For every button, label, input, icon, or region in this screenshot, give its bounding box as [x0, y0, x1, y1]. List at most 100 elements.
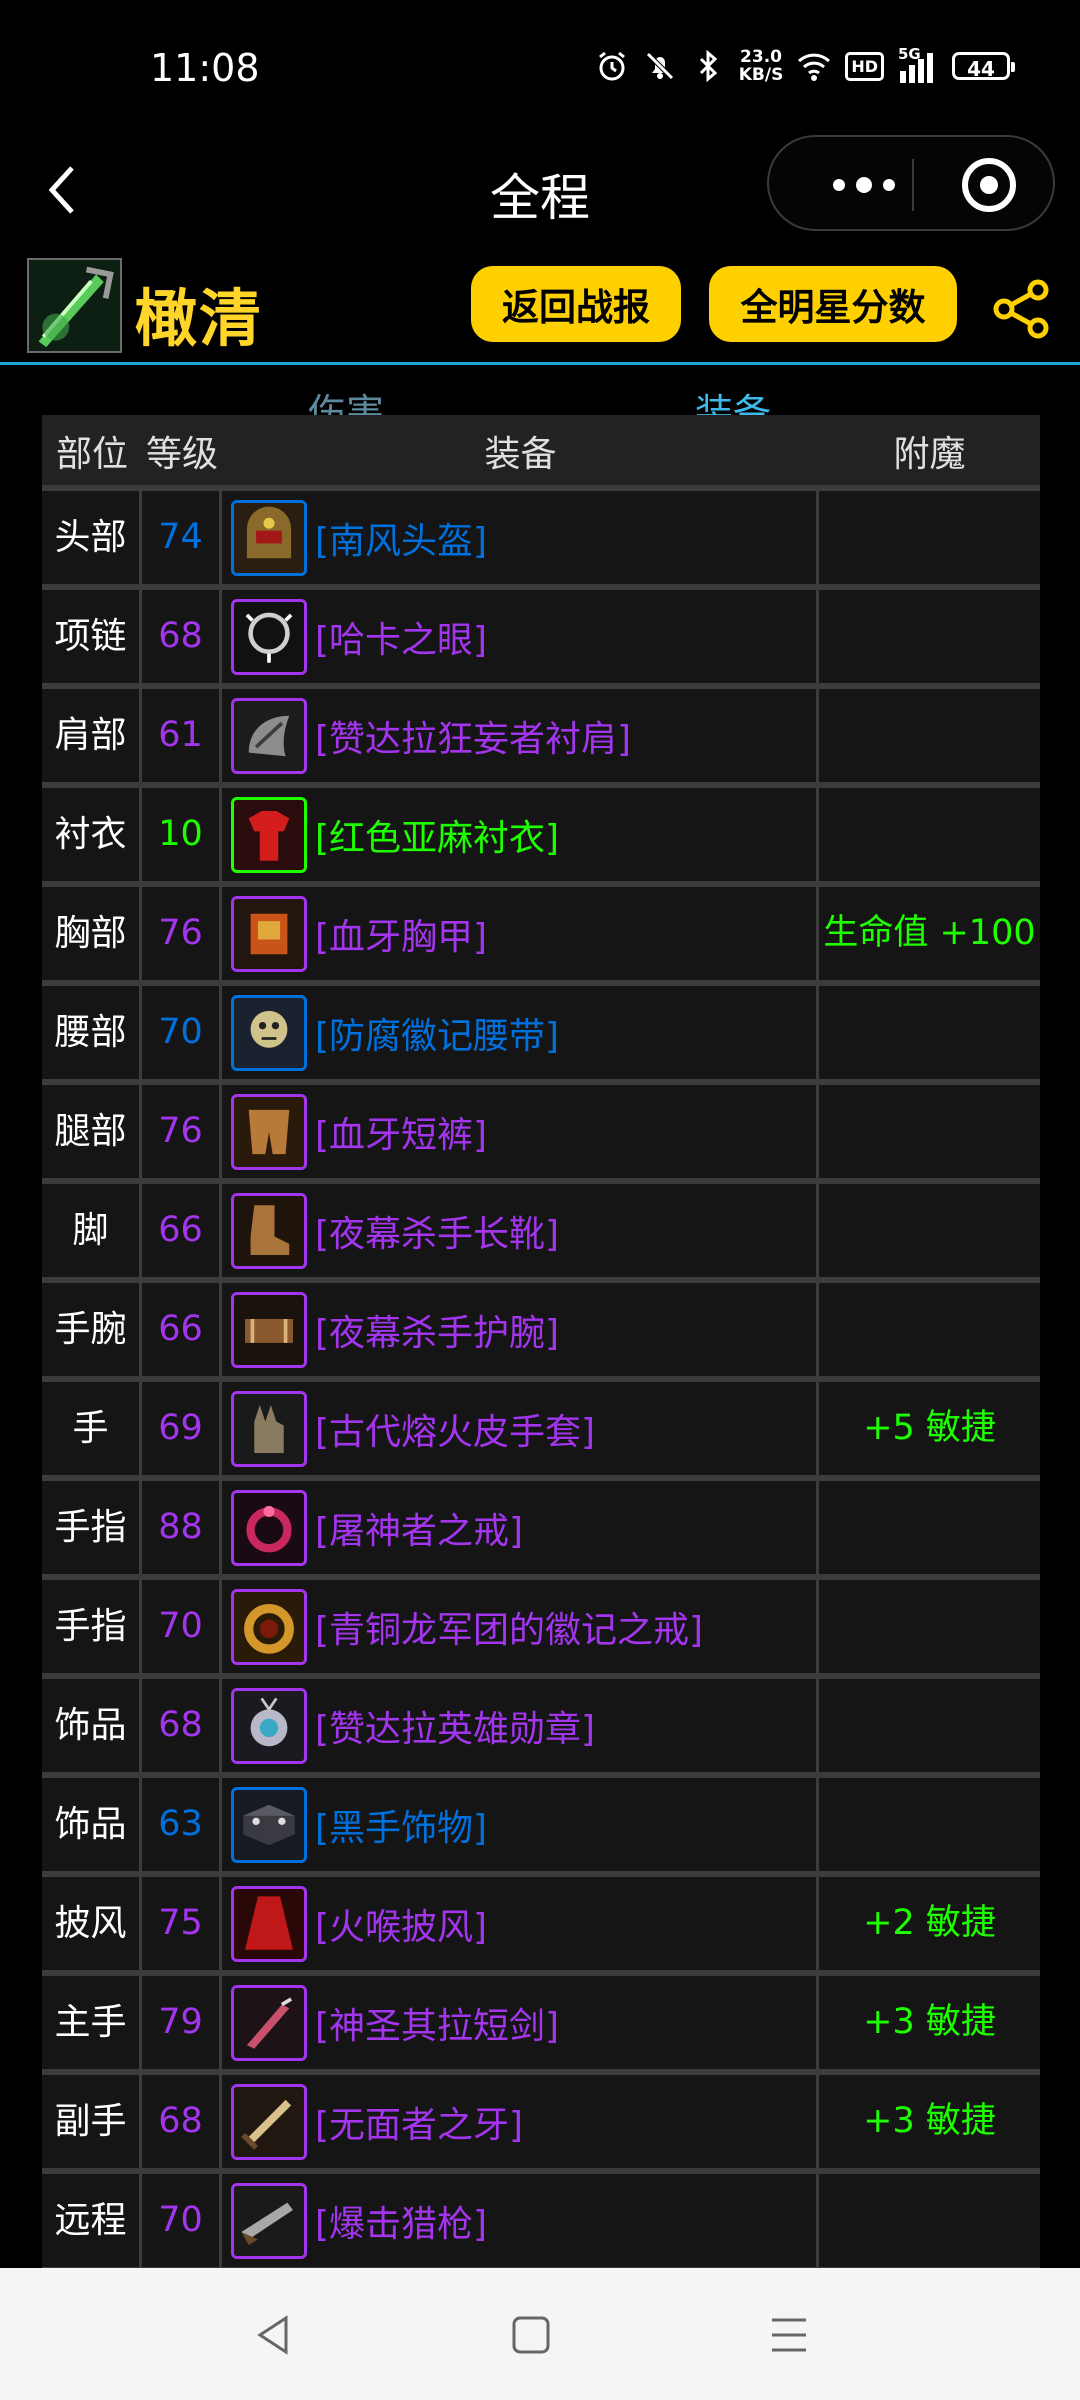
table-row[interactable]: 手指 88 [屠神者之戒]: [42, 1481, 1040, 1580]
item-cell[interactable]: [神圣其拉短剑]: [222, 1976, 819, 2069]
allstar-score-button[interactable]: 全明星分数: [709, 266, 957, 342]
item-name-link[interactable]: [南风头盔]: [315, 512, 487, 564]
item-cell[interactable]: [黑手饰物]: [222, 1778, 819, 1871]
item-cell[interactable]: [古代熔火皮手套]: [222, 1382, 819, 1475]
alarm-icon: [598, 51, 625, 81]
item-cell[interactable]: [防腐徽记腰带]: [222, 986, 819, 1079]
slot-cell: 项链: [42, 590, 142, 683]
enchant-cell: [819, 1778, 1040, 1871]
table-row[interactable]: 主手 79 [神圣其拉短剑] +3 敏捷: [42, 1976, 1040, 2075]
more-icon[interactable]: [809, 167, 929, 203]
item-name-link[interactable]: [火喉披风]: [315, 1898, 487, 1950]
item-cell[interactable]: [血牙胸甲]: [222, 887, 819, 980]
item-name-link[interactable]: [无面者之牙]: [315, 2096, 523, 2148]
item-name-link[interactable]: [赞达拉狂妄者衬肩]: [315, 710, 631, 762]
item-name-link[interactable]: [神圣其拉短剑]: [315, 1997, 559, 2049]
table-row[interactable]: 饰品 63 [黑手饰物]: [42, 1778, 1040, 1877]
table-row[interactable]: 胸部 76 [血牙胸甲] 生命值 +100: [42, 887, 1040, 986]
item-name-link[interactable]: [防腐徽记腰带]: [315, 1007, 559, 1059]
level-cell: 68: [142, 2075, 222, 2168]
item-cell[interactable]: [夜幕杀手护腕]: [222, 1283, 819, 1376]
item-name-link[interactable]: [屠神者之戒]: [315, 1502, 523, 1554]
item-name-link[interactable]: [血牙短裤]: [315, 1106, 487, 1158]
table-row[interactable]: 肩部 61 [赞达拉狂妄者衬肩]: [42, 689, 1040, 788]
item-name-link[interactable]: [哈卡之眼]: [315, 611, 487, 663]
item-cell[interactable]: [赞达拉英雄勋章]: [222, 1679, 819, 1772]
table-row[interactable]: 副手 68 [无面者之牙] +3 敏捷: [42, 2075, 1040, 2174]
equipment-table: 部位 等级 装备 附魔 头部 74 [南风头盔] 项链 68 [哈卡之眼] 肩部 61 [赞达拉…: [42, 415, 1040, 2273]
nav-menu-icon[interactable]: [764, 2310, 814, 2360]
slot-cell: 披风: [42, 1877, 142, 1970]
item-name-link[interactable]: [红色亚麻衬衣]: [315, 809, 559, 861]
table-row[interactable]: 脚 66 [夜幕杀手长靴]: [42, 1184, 1040, 1283]
item-cell[interactable]: [血牙短裤]: [222, 1085, 819, 1178]
table-row[interactable]: 衬衣 10 [红色亚麻衬衣]: [42, 788, 1040, 887]
item-name-link[interactable]: [黑手饰物]: [315, 1799, 487, 1851]
item-name-link[interactable]: [青铜龙军团的徽记之戒]: [315, 1601, 703, 1653]
item-cell[interactable]: [南风头盔]: [222, 491, 819, 584]
nav-home-icon[interactable]: [506, 2310, 556, 2360]
network-speed: 23.0 KB/S: [738, 47, 784, 85]
level-cell: 70: [142, 2174, 222, 2267]
table-row[interactable]: 远程 70 [爆击猎枪]: [42, 2174, 1040, 2273]
item-cell[interactable]: [红色亚麻衬衣]: [222, 788, 819, 881]
level-cell: 76: [142, 1085, 222, 1178]
clock: 11:08: [150, 46, 260, 90]
slot-cell: 衬衣: [42, 788, 142, 881]
shoulder-icon: [231, 697, 307, 774]
system-nav-bar: [0, 2268, 1080, 2400]
cloak-icon: [231, 1885, 307, 1962]
slot-cell: 腿部: [42, 1085, 142, 1178]
legs-icon: [231, 1093, 307, 1170]
slot-cell: 主手: [42, 1976, 142, 2069]
item-name-link[interactable]: [爆击猎枪]: [315, 2195, 487, 2247]
table-row[interactable]: 腿部 76 [血牙短裤]: [42, 1085, 1040, 1184]
nav-back-icon[interactable]: [248, 2310, 298, 2360]
item-cell[interactable]: [哈卡之眼]: [222, 590, 819, 683]
item-cell[interactable]: [爆击猎枪]: [222, 2174, 819, 2267]
slot-cell: 副手: [42, 2075, 142, 2168]
table-row[interactable]: 披风 75 [火喉披风] +2 敏捷: [42, 1877, 1040, 1976]
enchant-cell: +2 敏捷: [863, 1903, 996, 1943]
enchant-cell: +3 敏捷: [863, 2002, 996, 2042]
item-name-link[interactable]: [血牙胸甲]: [315, 908, 487, 960]
class-avatar: [27, 258, 122, 353]
item-name-link[interactable]: [夜幕杀手护腕]: [315, 1304, 559, 1356]
item-cell[interactable]: [无面者之牙]: [222, 2075, 819, 2168]
table-row[interactable]: 项链 68 [哈卡之眼]: [42, 590, 1040, 689]
enchant-cell: [819, 986, 1040, 1079]
col-item-header: 装备: [484, 434, 557, 475]
table-body: 头部 74 [南风头盔] 项链 68 [哈卡之眼] 肩部 61 [赞达拉狂妄者衬肩] 衬衣 10 [红…: [42, 491, 1040, 2273]
table-row[interactable]: 腰部 70 [防腐徽记腰带]: [42, 986, 1040, 1085]
level-cell: 69: [142, 1382, 222, 1475]
enchant-cell: +3 敏捷: [863, 2101, 996, 2141]
item-cell[interactable]: [青铜龙军团的徽记之戒]: [222, 1580, 819, 1673]
gloves-icon: [231, 1390, 307, 1467]
table-row[interactable]: 头部 74 [南风头盔]: [42, 491, 1040, 590]
close-target-icon[interactable]: [959, 155, 1019, 215]
col-level-header: 等级: [145, 434, 218, 475]
back-to-report-button[interactable]: 返回战报: [471, 266, 681, 342]
table-row[interactable]: 手 69 [古代熔火皮手套] +5 敏捷: [42, 1382, 1040, 1481]
item-cell[interactable]: [火喉披风]: [222, 1877, 819, 1970]
slot-cell: 饰品: [42, 1679, 142, 1772]
enchant-cell: [819, 1184, 1040, 1277]
mute-icon: [645, 52, 674, 80]
item-cell[interactable]: [赞达拉狂妄者衬肩]: [222, 689, 819, 782]
level-cell: 70: [142, 1580, 222, 1673]
item-cell[interactable]: [屠神者之戒]: [222, 1481, 819, 1574]
level-cell: 66: [142, 1283, 222, 1376]
share-icon[interactable]: [990, 278, 1052, 340]
item-cell[interactable]: [夜幕杀手长靴]: [222, 1184, 819, 1277]
level-cell: 68: [142, 590, 222, 683]
item-name-link[interactable]: [夜幕杀手长靴]: [315, 1205, 559, 1257]
table-row[interactable]: 饰品 68 [赞达拉英雄勋章]: [42, 1679, 1040, 1778]
table-row[interactable]: 手腕 66 [夜幕杀手护腕]: [42, 1283, 1040, 1382]
level-cell: 68: [142, 1679, 222, 1772]
slot-cell: 脚: [42, 1184, 142, 1277]
enchant-cell: [819, 590, 1040, 683]
enchant-cell: [819, 1481, 1040, 1574]
table-row[interactable]: 手指 70 [青铜龙军团的徽记之戒]: [42, 1580, 1040, 1679]
item-name-link[interactable]: [古代熔火皮手套]: [315, 1403, 595, 1455]
item-name-link[interactable]: [赞达拉英雄勋章]: [315, 1700, 595, 1752]
